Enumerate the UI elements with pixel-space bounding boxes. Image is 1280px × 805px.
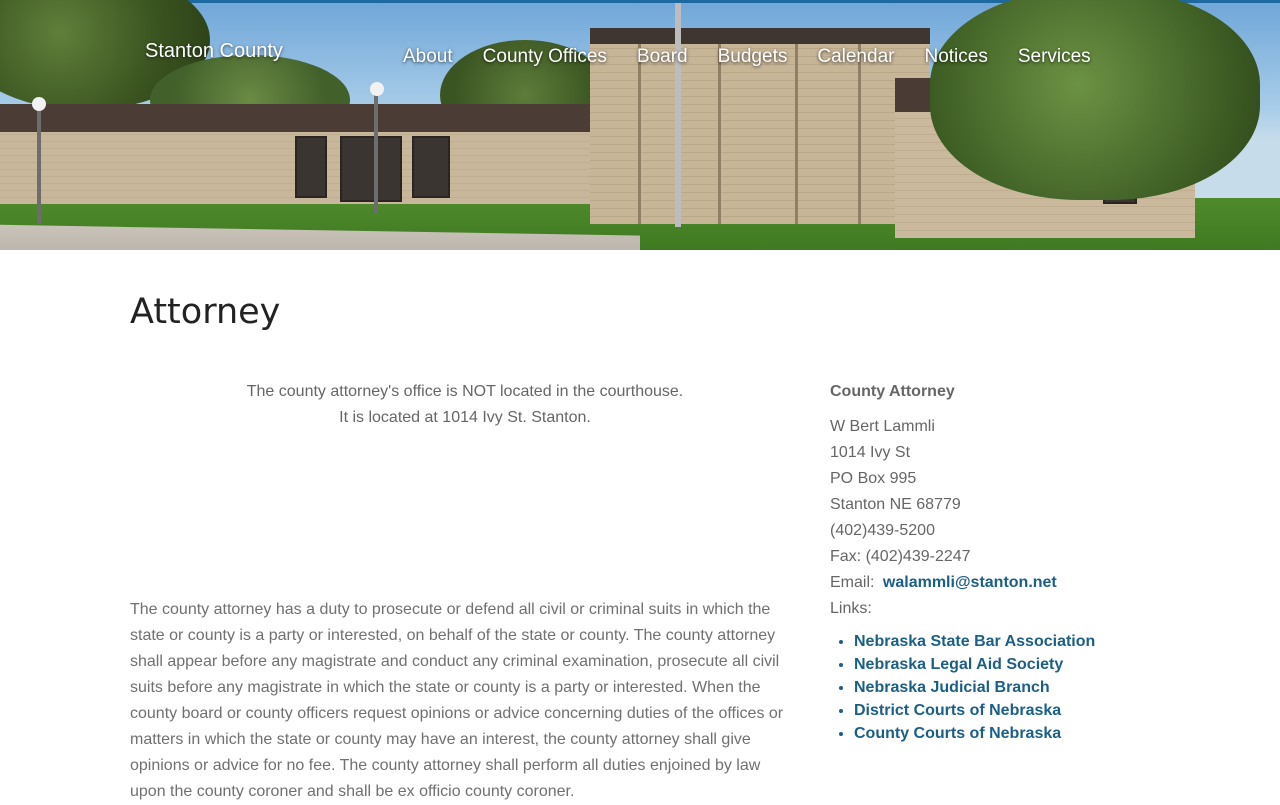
list-item: Nebraska Judicial Branch [854,676,1160,699]
list-item: Nebraska State Bar Association [854,630,1160,653]
city-state-zip: Stanton NE 68779 [830,496,961,513]
nav-board[interactable]: Board [637,46,688,68]
list-item: County Courts of Nebraska [854,722,1160,745]
notice-line: It is located at 1014 Ivy St. Stanton. [339,409,591,426]
lamp-post-image [374,88,378,214]
email-label: Email: [830,574,875,591]
location-notice: The county attorney's office is NOT loca… [130,379,800,431]
link-county-courts[interactable]: County Courts of Nebraska [854,725,1061,742]
po-box: PO Box 995 [830,470,917,487]
nav-county-offices[interactable]: County Offices [483,46,607,68]
lamp-image [370,82,384,96]
notice-line: The county attorney's office is NOT loca… [246,383,684,400]
flagpole-image [675,3,681,227]
street-address: 1014 Ivy St [830,444,911,461]
main-nav: About County Offices Board Budgets Calen… [403,46,1091,68]
links-list: Nebraska State Bar Association Nebraska … [830,630,1160,745]
contact-sidebar: County Attorney W Bert Lammli 1014 Ivy S… [830,380,1160,745]
lamp-post-image [37,104,41,224]
link-nebraska-state-bar[interactable]: Nebraska State Bar Association [854,633,1095,650]
page-title: Attorney [130,292,281,332]
phone-number: (402)439-5200 [830,522,935,539]
nav-calendar[interactable]: Calendar [817,46,894,68]
header-banner: Stanton County About County Offices Boar… [0,0,1280,250]
sidebar-heading: County Attorney [830,383,955,400]
nav-notices[interactable]: Notices [924,46,987,68]
site-title-link[interactable]: Stanton County [145,40,283,63]
email-link[interactable]: walammli@stanton.net [883,574,1057,591]
office-description: The county attorney has a duty to prosec… [130,601,784,800]
link-district-courts[interactable]: District Courts of Nebraska [854,702,1061,719]
courthouse-wing-image [0,104,600,204]
list-item: Nebraska Legal Aid Society [854,653,1160,676]
links-label: Links: [830,600,872,617]
nav-services[interactable]: Services [1018,46,1091,68]
email-row: Email: walammli@stanton.net [830,570,1160,596]
nav-budgets[interactable]: Budgets [718,46,788,68]
attorney-name: W Bert Lammli [830,418,935,435]
fax-number: Fax: (402)439-2247 [830,548,971,565]
list-item: District Courts of Nebraska [854,699,1160,722]
nav-about[interactable]: About [403,46,453,68]
lamp-image [32,97,46,111]
link-nebraska-judicial-branch[interactable]: Nebraska Judicial Branch [854,679,1050,696]
link-nebraska-legal-aid[interactable]: Nebraska Legal Aid Society [854,656,1063,673]
tree-image [930,0,1260,200]
